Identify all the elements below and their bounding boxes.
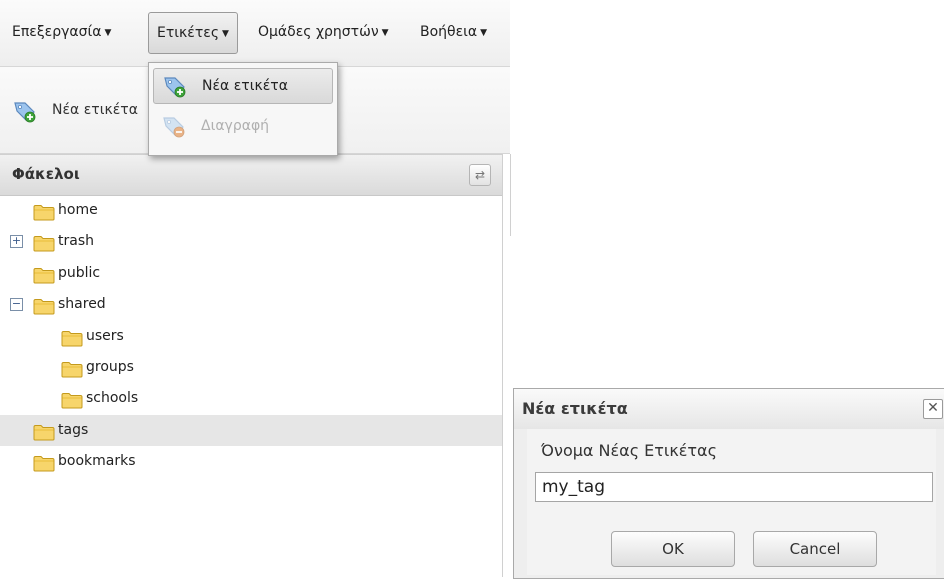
menu-tags-label: Ετικέτες xyxy=(157,25,220,41)
dropdown-item-delete: Διαγραφή xyxy=(153,109,331,143)
dropdown-item-delete-label: Διαγραφή xyxy=(201,118,270,134)
collapse-icon[interactable]: − xyxy=(10,298,23,311)
menu-user-groups-label: Ομάδες χρηστών xyxy=(258,24,379,40)
dialog-title: Νέα ετικέτα xyxy=(522,399,628,418)
ok-button[interactable]: OK xyxy=(611,531,735,567)
new-tag-toolbar-label: Νέα ετικέτα xyxy=(52,102,138,118)
chevron-down-icon: ▼ xyxy=(381,28,389,38)
tree-item-label: home xyxy=(58,202,98,218)
menu-tags[interactable]: Ετικέτες ▼ xyxy=(148,12,238,54)
close-icon[interactable]: ✕ xyxy=(923,399,943,419)
tree-row-public[interactable]: public xyxy=(0,258,502,289)
tree-item-label: groups xyxy=(86,359,134,375)
tree-row-trash[interactable]: + trash xyxy=(0,226,502,257)
tree-item-label: trash xyxy=(58,233,94,249)
panel-divider[interactable] xyxy=(502,154,503,577)
tag-add-icon xyxy=(14,102,36,123)
tree-item-label: users xyxy=(86,328,124,344)
tree-item-label: public xyxy=(58,265,101,281)
tag-name-label: Όνομα Νέας Ετικέτας xyxy=(541,441,717,460)
folders-panel-title: Φάκελοι xyxy=(12,165,80,183)
folder-icon xyxy=(33,453,55,484)
tree-row-bookmarks[interactable]: bookmarks xyxy=(0,446,502,477)
tag-add-icon xyxy=(164,77,186,98)
tree-row-tags[interactable]: tags xyxy=(0,415,502,446)
dropdown-item-new-tag-label: Νέα ετικέτα xyxy=(202,78,288,94)
dialog-body: Όνομα Νέας Ετικέτας OK Cancel xyxy=(527,429,936,575)
tree-row-groups[interactable]: groups xyxy=(0,352,502,383)
menu-edit[interactable]: Επεξεργασία ▼ xyxy=(12,12,111,52)
refresh-icon[interactable]: ⇄ xyxy=(469,164,491,186)
tree-row-users[interactable]: users xyxy=(0,321,502,352)
menu-edit-label: Επεξεργασία xyxy=(12,24,102,40)
tree-item-label: tags xyxy=(58,422,89,438)
tag-name-input[interactable] xyxy=(535,472,933,502)
tree-row-schools[interactable]: schools xyxy=(0,383,502,414)
expand-icon[interactable]: + xyxy=(10,235,23,248)
chevron-down-icon: ▼ xyxy=(104,28,112,38)
cancel-button[interactable]: Cancel xyxy=(753,531,877,567)
menubar: Επεξεργασία ▼ Ετικέτες ▼ Ομάδες χρηστών ▼ Β… xyxy=(0,0,510,67)
chevron-down-icon: ▼ xyxy=(222,29,229,39)
chevron-down-icon: ▼ xyxy=(480,28,488,38)
tree-row-shared[interactable]: − shared xyxy=(0,289,502,320)
tags-dropdown-menu: Νέα ετικέτα Διαγραφή xyxy=(148,62,338,156)
dialog-titlebar[interactable]: Νέα ετικέτα ✕ xyxy=(514,389,944,429)
menu-help[interactable]: Βοήθεια ▼ xyxy=(420,12,487,52)
tree-item-label: shared xyxy=(58,296,106,312)
tag-delete-icon xyxy=(163,117,185,138)
menu-help-label: Βοήθεια xyxy=(420,24,478,40)
new-tag-dialog: Νέα ετικέτα ✕ Όνομα Νέας Ετικέτας OK Can… xyxy=(513,388,944,579)
folders-panel-header: Φάκελοι ⇄ xyxy=(0,154,502,196)
menu-user-groups[interactable]: Ομάδες χρηστών ▼ xyxy=(258,12,389,52)
tree-item-label: schools xyxy=(86,390,139,406)
content-pane-edge xyxy=(510,154,511,236)
tree-item-label: bookmarks xyxy=(58,453,136,469)
tree-row-home[interactable]: home xyxy=(0,195,502,226)
dropdown-item-new-tag[interactable]: Νέα ετικέτα xyxy=(153,68,333,104)
